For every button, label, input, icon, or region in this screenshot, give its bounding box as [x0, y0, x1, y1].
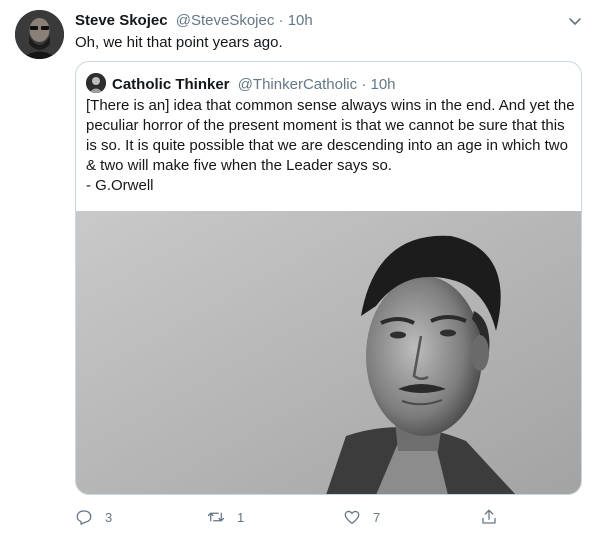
separator-dot: · [361, 76, 367, 93]
quoted-text-line: - G.Orwell [86, 177, 154, 194]
retweet-icon [207, 508, 225, 526]
tweet: Steve Skojec @SteveSkojec · 10h Oh, we h… [0, 0, 598, 536]
like-button[interactable]: 7 [343, 506, 380, 528]
quoted-text-line: [There is an] idea that common sense alw… [86, 97, 575, 114]
retweet-count: 1 [237, 509, 245, 525]
tweet-header: Steve Skojec @SteveSkojec · 10h [75, 11, 313, 31]
avatar[interactable] [15, 10, 64, 59]
quoted-tweet[interactable]: Catholic Thinker @ThinkerCatholic · 10h … [75, 61, 582, 495]
tweet-time[interactable]: 10h [288, 12, 313, 29]
quoted-photo[interactable] [76, 211, 581, 494]
heart-icon [343, 508, 361, 526]
separator-dot: · [278, 12, 284, 29]
quoted-text-line: is so. It is quite possible that we are … [86, 137, 568, 154]
reply-count: 3 [105, 509, 113, 525]
quoted-time: 10h [370, 76, 396, 93]
share-button[interactable] [480, 506, 498, 528]
tweet-text: Oh, we hit that point years ago. [75, 34, 283, 51]
share-icon [480, 508, 498, 526]
chevron-down-icon[interactable] [566, 12, 584, 30]
quoted-tweet-header: Catholic Thinker @ThinkerCatholic · 10h [86, 73, 396, 95]
quoted-author-name: Catholic Thinker [112, 76, 230, 93]
retweet-button[interactable]: 1 [207, 506, 244, 528]
reply-button[interactable]: 3 [75, 506, 112, 528]
quoted-text-line: peculiar horror of the present moment is… [86, 117, 565, 134]
action-bar: 3 1 7 [75, 506, 515, 528]
quoted-author-handle: @ThinkerCatholic [237, 76, 358, 93]
quoted-text: [There is an] idea that common sense alw… [86, 96, 576, 196]
like-count: 7 [373, 509, 381, 525]
quoted-avatar [86, 73, 106, 93]
author-handle[interactable]: @SteveSkojec [176, 12, 275, 29]
quoted-text-line: & two will make five when the Leader say… [86, 157, 392, 174]
author-name[interactable]: Steve Skojec [75, 12, 168, 29]
reply-icon [75, 508, 93, 526]
